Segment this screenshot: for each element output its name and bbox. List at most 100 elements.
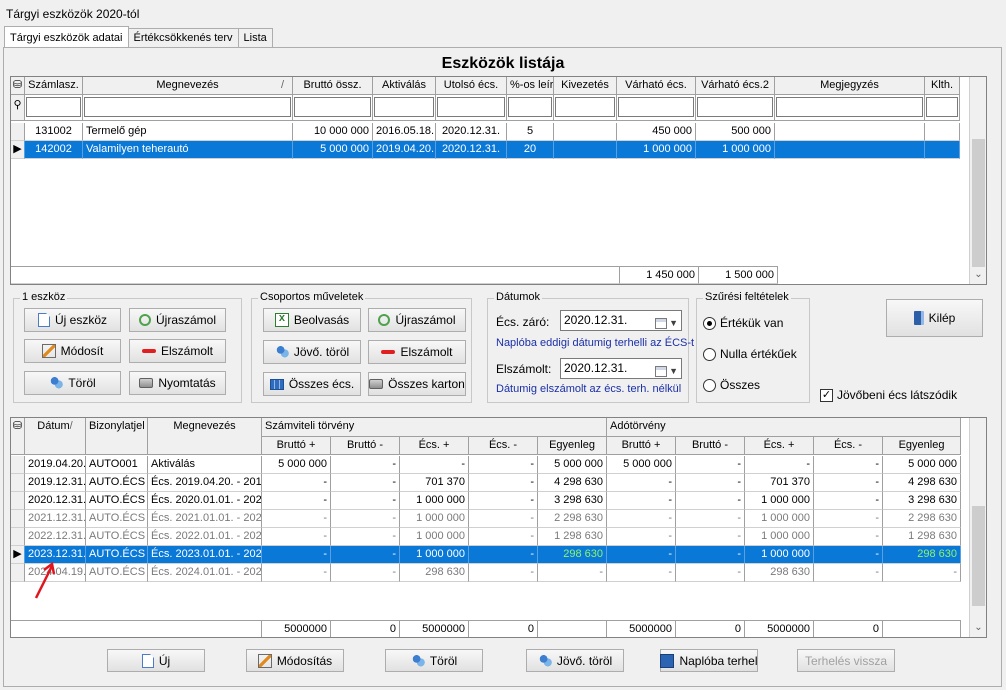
radio-has-value[interactable]: Értékük van: [703, 316, 783, 330]
table-row[interactable]: 2019.04.20. AUTO001 Aktiválás 5 000 000- - -5…: [11, 456, 961, 474]
bulk-ops-group-title: Csoportos műveletek: [258, 291, 366, 303]
col-varhato[interactable]: Várható écs.: [617, 77, 696, 95]
filter-szamlasz-input[interactable]: [26, 97, 81, 117]
col-sz-ecs-minus[interactable]: Écs. -: [469, 437, 538, 455]
cell-bizonylatjel: AUTO.ÉCS: [86, 564, 148, 582]
asset-totals-row: 1 450 000 1 500 000: [11, 266, 778, 284]
scroll-down-icon[interactable]: ⌄: [970, 620, 986, 636]
col-ad-brutto-minus[interactable]: Bruttó -: [676, 437, 745, 455]
ledger-grid-scrollbar[interactable]: ⌄: [969, 418, 986, 637]
col-kivezetes[interactable]: Kivezetés: [554, 77, 617, 95]
recalc-button[interactable]: Újraszámol: [129, 308, 226, 332]
bulk-recalc-button[interactable]: Újraszámol: [368, 308, 466, 332]
col-aktivalas[interactable]: Aktiválás: [373, 77, 436, 95]
filter-megjegyzes-input[interactable]: [776, 97, 923, 117]
filter-megnevezes-input[interactable]: [84, 97, 291, 117]
col-ad-ecs-minus[interactable]: Écs. -: [814, 437, 883, 455]
grid-settings-icon[interactable]: ⛁: [11, 77, 25, 95]
col-megnevezes[interactable]: Megnevezés /: [83, 77, 293, 95]
scroll-thumb[interactable]: [972, 506, 985, 606]
col-sz-brutto-minus[interactable]: Bruttó -: [331, 437, 400, 455]
col-utolso-ecs[interactable]: Utolsó écs.: [436, 77, 507, 95]
filter-aktivalas-input[interactable]: [374, 97, 434, 117]
filter-klth-input[interactable]: [926, 97, 958, 117]
ledger-new-button[interactable]: Új: [107, 649, 205, 672]
asset-grid[interactable]: ⛁ Számlasz. Megnevezés / Bruttó össz. Ak…: [10, 76, 987, 285]
revert-posting-button[interactable]: Terhelés vissza: [797, 649, 895, 672]
ledger-delete-button[interactable]: Töröl: [385, 649, 483, 672]
table-row[interactable]: 131002 Termelő gép 10 000 000 2016.05.18…: [11, 123, 960, 141]
ledger-modify-button[interactable]: Módosítás: [246, 649, 344, 672]
new-document-icon: [37, 313, 50, 327]
asset-grid-scrollbar[interactable]: ⌄: [969, 77, 986, 284]
new-asset-button[interactable]: Új eszköz: [24, 308, 121, 332]
col-ad-egyenleg[interactable]: Egyenleg: [883, 437, 961, 455]
modify-button[interactable]: Módosít: [24, 339, 121, 363]
radio-zero-value[interactable]: Nulla értékűek: [703, 347, 797, 361]
col-varhato2[interactable]: Várható écs.2: [696, 77, 775, 95]
future-delete-button[interactable]: Jövő. töröl: [263, 340, 361, 364]
table-row-selected[interactable]: ▶ 142002 Valamilyen teherautó 5 000 000 …: [11, 141, 960, 159]
total-sz-ecs-minus: 0: [469, 621, 538, 637]
table-row[interactable]: 2022.12.31. AUTO.ÉCS Écs. 2022.01.01. - 20…: [11, 528, 961, 546]
col-sz-egyenleg[interactable]: Egyenleg: [538, 437, 607, 455]
delete-icon: [410, 653, 425, 668]
table-row-selected[interactable]: ▶ 2023.12.31. AUTO.ÉCS Écs. 2023.01.01. - 2…: [11, 546, 961, 564]
col-sz-ecs-plus[interactable]: Écs. +: [400, 437, 469, 455]
scroll-thumb[interactable]: [972, 139, 985, 267]
col-bizonylatjel[interactable]: Bizonylatjel: [86, 418, 148, 455]
cell-sz-ecs-minus: -: [469, 510, 538, 528]
cell-megnevezes: Écs. 2020.01.01. - 202: [148, 492, 262, 510]
grid-icon: [269, 378, 284, 390]
filter-varhato2-input[interactable]: [697, 97, 773, 117]
filter-brutto-input[interactable]: [294, 97, 371, 117]
import-button[interactable]: Beolvasás: [263, 308, 361, 332]
scroll-down-icon[interactable]: ⌄: [970, 267, 986, 283]
col-megjegyzes[interactable]: Megjegyzés: [775, 77, 925, 95]
settled-datepicker[interactable]: 2020.12.31. ▼: [560, 358, 682, 379]
filter-leiras-input[interactable]: [508, 97, 552, 117]
filter-utolso-input[interactable]: [437, 97, 505, 117]
ecs-close-datepicker[interactable]: 2020.12.31. ▼: [560, 310, 682, 331]
cell-ad-ecs-minus: -: [814, 546, 883, 564]
exit-button[interactable]: Kilép: [886, 299, 983, 337]
table-row[interactable]: 2024.04.19. AUTO.ÉCS Écs. 2024.01.01. - 20…: [11, 564, 961, 582]
filter-kivezetes-input[interactable]: [555, 97, 615, 117]
calendar-icon[interactable]: ▼: [655, 362, 678, 381]
cell-ad-ecs-minus: -: [814, 528, 883, 546]
ledger-grid[interactable]: ⛁ Dátum/ Bizonylatjel Megnevezés Számvit…: [10, 417, 987, 638]
total-sz-ecs-plus: 5000000: [400, 621, 469, 637]
calendar-icon[interactable]: ▼: [655, 314, 678, 333]
col-ad-brutto-plus[interactable]: Bruttó +: [607, 437, 676, 455]
col-sz-brutto-plus[interactable]: Bruttó +: [262, 437, 331, 455]
table-row[interactable]: 2020.12.31. AUTO.ÉCS Écs. 2020.01.01. - 20…: [11, 492, 961, 510]
filter-varhato-input[interactable]: [618, 97, 694, 117]
all-cards-button[interactable]: Összes karton: [368, 372, 466, 396]
col-datum[interactable]: Dátum/: [25, 418, 86, 455]
bulk-settled-button[interactable]: Elszámolt: [368, 340, 466, 364]
ledger-future-delete-button[interactable]: Jövő. töröl: [526, 649, 624, 672]
all-depreciation-button[interactable]: Összes écs.: [263, 372, 361, 396]
cell-utolso: 2020.12.31.: [436, 123, 507, 141]
grid-settings-icon[interactable]: ⛁: [11, 418, 25, 455]
col-szamlasz[interactable]: Számlasz.: [25, 77, 83, 95]
table-row[interactable]: 2019.12.31. AUTO.ÉCS Écs. 2019.04.20. - 20…: [11, 474, 961, 492]
post-to-journal-button[interactable]: Naplóba terhel: [660, 649, 758, 672]
recalc-label: Újraszámol: [155, 313, 216, 327]
radio-all[interactable]: Összes: [703, 378, 760, 392]
future-depreciation-checkbox[interactable]: ✓ Jövőbeni écs látszódik: [820, 388, 957, 402]
print-button[interactable]: Nyomtatás: [129, 371, 226, 395]
col-klth[interactable]: Klth.: [925, 77, 960, 95]
col-brutto[interactable]: Bruttó össz.: [293, 77, 373, 95]
row-indicator: [11, 510, 25, 528]
col-ad-ecs-plus[interactable]: Écs. +: [745, 437, 814, 455]
col-leiras[interactable]: %-os leír.: [507, 77, 554, 95]
tab-depreciation-plan[interactable]: Értékcsökkenés terv: [127, 28, 239, 47]
tab-list[interactable]: Lista: [237, 28, 273, 47]
tab-asset-data[interactable]: Tárgyi eszközök adatai: [4, 26, 129, 47]
cell-ad-brutto-minus: -: [676, 528, 745, 546]
table-row[interactable]: 2021.12.31. AUTO.ÉCS Écs. 2021.01.01. - 20…: [11, 510, 961, 528]
col-ledger-megnevezes[interactable]: Megnevezés: [148, 418, 262, 455]
settled-button[interactable]: Elszámolt: [129, 339, 226, 363]
delete-button[interactable]: Töröl: [24, 371, 121, 395]
